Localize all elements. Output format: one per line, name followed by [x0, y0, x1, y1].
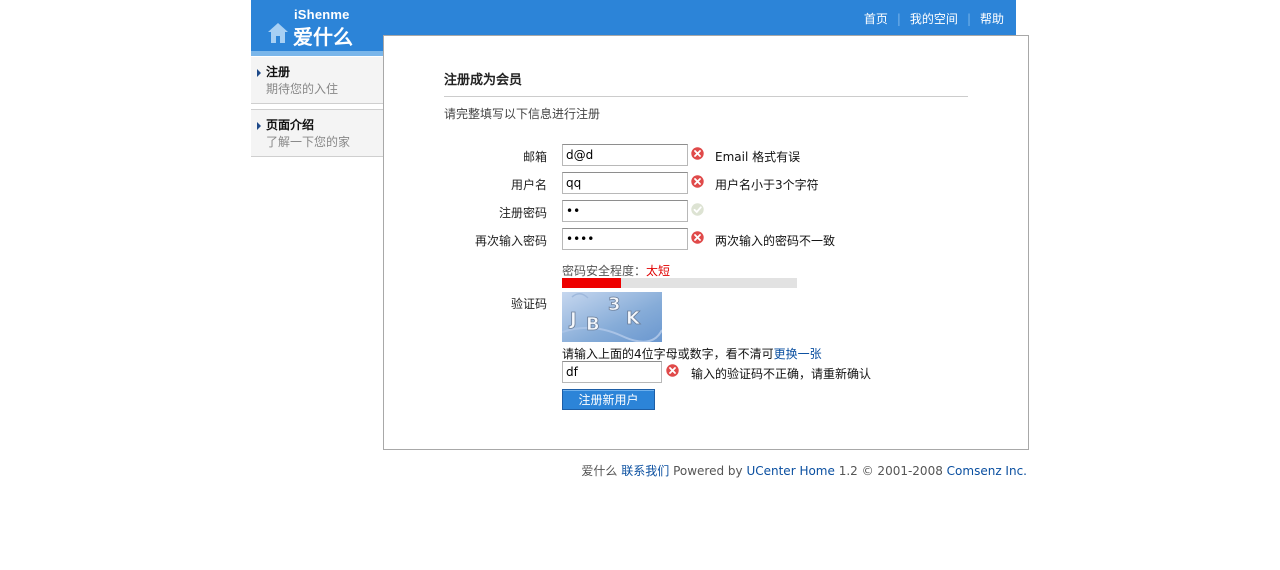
house-icon: [268, 23, 288, 43]
field-label: 用户名: [510, 178, 547, 192]
logo-text-en: iShenme: [294, 7, 350, 22]
form-row: 邮箱 Email 格式有误: [384, 144, 1028, 166]
page: iShenme 爱什么 首页 | 我的空间 | 帮助 注册 期待您的入住 页面介绍 了解…: [0, 0, 1280, 570]
captcha-error-message: 输入的验证码不正确，请重新确认: [691, 367, 872, 381]
field-input[interactable]: [562, 144, 688, 166]
logo-text-cn: 爱什么: [293, 25, 353, 49]
captcha-tip-text: 请输入上面的4位字母或数字，看不清可: [562, 347, 774, 361]
captcha-char: B: [586, 314, 600, 335]
field-input[interactable]: [562, 172, 688, 194]
field-message: 两次输入的密码不一致: [715, 234, 836, 248]
form-intro: 请完整填写以下信息进行注册: [444, 107, 601, 121]
sidebar: 注册 期待您的入住 页面介绍 了解一下您的家: [251, 56, 383, 157]
strength-value: 太短: [646, 264, 671, 278]
sidebar-item-subtitle: 期待您的入住: [266, 82, 339, 96]
footer-version: 1.2 © 2001-2008: [838, 464, 943, 478]
nav-help-link[interactable]: 帮助: [980, 12, 1004, 26]
field-input[interactable]: [562, 200, 688, 222]
sidebar-item-title: 注册: [266, 65, 291, 79]
form-row: 再次输入密码 两次输入的密码不一致: [384, 228, 1028, 250]
captcha-image[interactable]: J B 3 K: [562, 292, 662, 342]
nav-home-link[interactable]: 首页: [864, 12, 888, 26]
nav-separator: |: [896, 12, 901, 26]
footer: 爱什么 联系我们 Powered by UCenter Home 1.2 © 2…: [581, 462, 1027, 479]
field-input[interactable]: [562, 228, 688, 250]
sidebar-item-intro[interactable]: 页面介绍 了解一下您的家: [251, 109, 383, 157]
top-nav: 首页 | 我的空间 | 帮助: [864, 10, 1004, 27]
field-label: 邮箱: [522, 150, 547, 164]
nav-separator: |: [966, 12, 971, 26]
sidebar-item-subtitle: 了解一下您的家: [266, 135, 351, 149]
field-message: 用户名小于3个字符: [715, 178, 819, 192]
check-icon: [691, 203, 704, 216]
error-icon: [691, 231, 704, 244]
error-icon: [691, 175, 704, 188]
form-row: 用户名 用户名小于3个字符: [384, 172, 1028, 194]
captcha-label: 验证码: [510, 297, 547, 311]
captcha-input[interactable]: [562, 361, 662, 383]
form-title: 注册成为会员: [444, 69, 968, 97]
captcha-char: K: [626, 308, 641, 329]
footer-powered-by: Powered by: [673, 464, 743, 478]
triangle-right-icon: [257, 69, 261, 77]
field-label: 注册密码: [498, 206, 547, 220]
site-logo[interactable]: iShenme 爱什么: [267, 6, 377, 49]
captcha-char: J: [568, 309, 577, 330]
password-strength-label: 密码安全程度：太短: [562, 262, 670, 279]
triangle-right-icon: [257, 122, 261, 130]
captcha-refresh-link[interactable]: 更换一张: [774, 347, 822, 361]
error-icon: [691, 147, 704, 160]
field-message: Email 格式有误: [715, 150, 801, 164]
footer-company-link[interactable]: Comsenz Inc.: [947, 464, 1027, 478]
footer-product-link[interactable]: UCenter Home: [746, 464, 834, 478]
password-strength-fill: [562, 278, 621, 288]
footer-site-name: 爱什么: [581, 464, 618, 478]
strength-label-text: 密码安全程度：: [562, 264, 647, 278]
nav-my-space-link[interactable]: 我的空间: [910, 12, 958, 26]
field-label: 再次输入密码: [474, 234, 547, 248]
captcha-tip: 请输入上面的4位字母或数字，看不清可更换一张: [562, 345, 822, 362]
error-icon: [666, 364, 679, 377]
sidebar-item-register[interactable]: 注册 期待您的入住: [251, 56, 383, 104]
password-strength-bar: [562, 278, 797, 288]
sidebar-item-title: 页面介绍: [266, 118, 315, 132]
register-panel: 注册成为会员 请完整填写以下信息进行注册 邮箱 Email 格式有误用户名 用户名小…: [383, 35, 1029, 450]
form-row: 注册密码: [384, 200, 1028, 222]
footer-contact-link[interactable]: 联系我们: [621, 464, 669, 478]
register-submit-button[interactable]: 注册新用户: [562, 389, 655, 410]
captcha-char: 3: [608, 294, 621, 315]
